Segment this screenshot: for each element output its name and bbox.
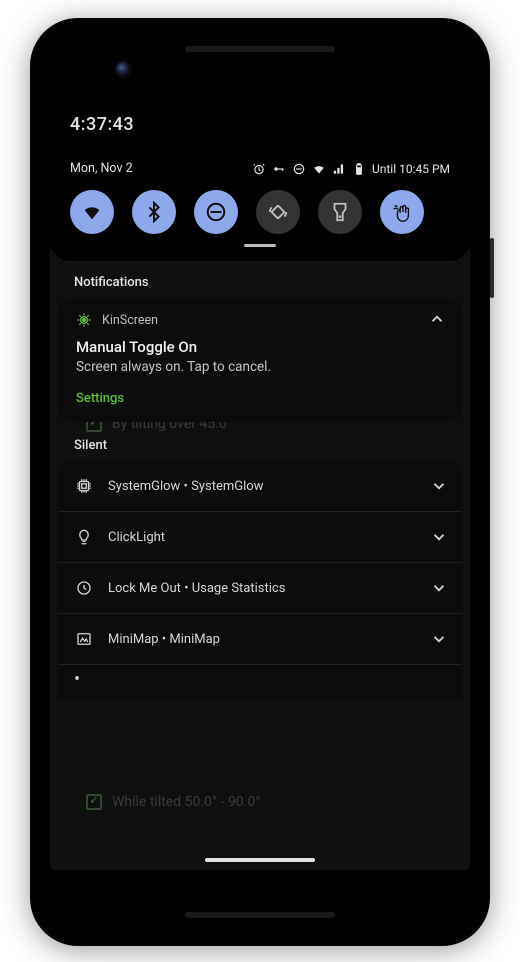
expand-button[interactable] [430,579,448,597]
qs-dnd[interactable] [194,190,238,234]
qs-autorotate[interactable] [256,190,300,234]
silent-item-label: Lock Me Out • Usage Statistics [108,581,285,596]
qs-wave[interactable] [380,190,424,234]
silent-item[interactable]: SystemGlow • SystemGlow [58,461,462,512]
autorotate-icon [267,201,289,223]
side-button [490,238,494,298]
chevron-down-icon [430,477,448,495]
expand-button[interactable] [430,477,448,495]
overflow-dot[interactable]: • [58,665,462,700]
qs-flashlight[interactable] [318,190,362,234]
gesture-nav-pill[interactable] [205,858,315,862]
clock-icon [75,579,93,597]
qs-wifi[interactable] [70,190,114,234]
clock: 4:37:43 [70,114,450,135]
quick-settings-row [70,190,450,234]
front-camera [116,62,130,76]
notification-shade: 4:37:43 Mon, Nov 2 Until 10:45 PM [50,94,470,870]
expand-button[interactable] [430,528,448,546]
map-icon [75,630,93,648]
chevron-down-icon [430,528,448,546]
silent-item-label: ClickLight [108,530,165,545]
silent-header: Silent [50,422,470,461]
earpiece [185,46,335,52]
status-icons: Until 10:45 PM [252,162,450,176]
notification-card[interactable]: KinScreen Manual Toggle On Screen always… [58,298,462,422]
notification-body: Screen always on. Tap to cancel. [76,359,444,375]
kinscreen-app-icon [76,312,92,328]
expand-button[interactable] [430,630,448,648]
dnd-status-icon [292,162,306,176]
qs-pager[interactable] [244,244,276,247]
chip-icon [75,477,93,495]
silent-item[interactable]: ClickLight [58,512,462,563]
wave-icon [391,201,413,223]
silent-item-label: SystemGlow • SystemGlow [108,479,264,494]
alarm-icon [252,162,266,176]
qs-panel: 4:37:43 Mon, Nov 2 Until 10:45 PM [50,94,470,261]
collapse-button[interactable] [428,310,446,328]
silent-item[interactable]: Lock Me Out • Usage Statistics [58,563,462,614]
silent-item-label: MiniMap • MiniMap [108,632,220,647]
bluetooth-icon [143,201,165,223]
chevron-down-icon [430,579,448,597]
battery-icon [352,162,366,176]
chevron-down-icon [430,630,448,648]
flashlight-icon [329,201,351,223]
status-date: Mon, Nov 2 [70,161,133,176]
notifications-header: Notifications [50,261,470,298]
wifi-icon [81,201,103,223]
dnd-icon [205,201,227,223]
qs-bluetooth[interactable] [132,190,176,234]
bulb-icon [75,528,93,546]
notification-action-settings[interactable]: Settings [76,391,444,406]
vpn-key-icon [272,162,286,176]
bottom-speaker [185,912,335,918]
notification-title: Manual Toggle On [76,338,444,356]
screen: Turn screen on... By uncovering proximit… [50,94,470,870]
signal-icon [332,162,346,176]
phone-frame: Turn screen on... By uncovering proximit… [30,18,490,946]
silent-item[interactable]: MiniMap • MiniMap [58,614,462,665]
silent-list: SystemGlow • SystemGlow ClickLight Lock … [58,461,462,700]
wifi-status-icon [312,162,326,176]
notification-app-name: KinScreen [102,313,158,328]
chevron-up-icon [428,310,446,328]
battery-until-label: Until 10:45 PM [372,162,450,176]
